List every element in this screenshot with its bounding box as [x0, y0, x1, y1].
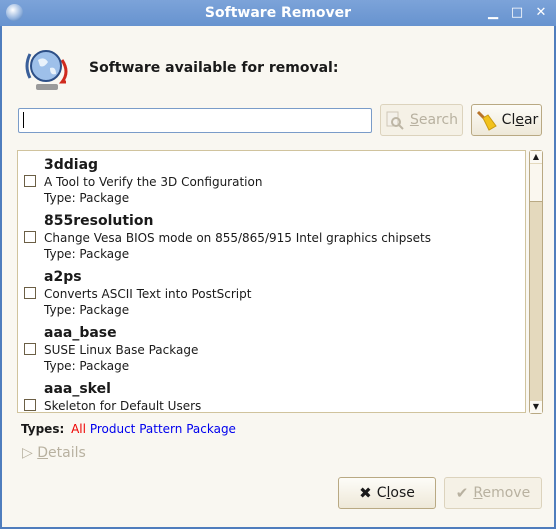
- checkmark-icon: ✔: [455, 484, 469, 502]
- list-item[interactable]: aaa_skel Skeleton for Default Users: [18, 375, 525, 413]
- scroll-thumb[interactable]: [530, 164, 542, 202]
- package-type: Type: Package: [44, 247, 130, 261]
- package-name: 855resolution: [44, 213, 154, 229]
- package-list: 3ddiag A Tool to Verify the 3D Configurat…: [17, 150, 526, 413]
- close-x-icon: ✖: [359, 484, 372, 502]
- app-icon[interactable]: [6, 4, 23, 21]
- close-button-label: Close: [376, 485, 415, 501]
- package-type: Type: Package: [44, 191, 130, 205]
- software-remover-window: Software Remover ▁ □ ✕ Software availabl…: [0, 0, 556, 529]
- close-window-icon[interactable]: ✕: [534, 0, 548, 26]
- search-button[interactable]: Search: [380, 104, 463, 136]
- types-label: Types:: [21, 422, 65, 436]
- search-button-label: Search: [409, 112, 459, 128]
- expander-triangle-icon: ▷: [22, 445, 33, 461]
- type-filter-package[interactable]: Package: [186, 422, 236, 436]
- details-expander[interactable]: ▷ Details: [22, 445, 86, 461]
- package-checkbox[interactable]: [24, 175, 36, 187]
- maximize-icon[interactable]: □: [510, 0, 524, 26]
- software-globe-icon: [25, 50, 68, 90]
- remove-button[interactable]: ✔ Remove: [444, 477, 542, 509]
- package-name: 3ddiag: [44, 157, 99, 173]
- package-type: Type: Package: [44, 359, 130, 373]
- package-checkbox[interactable]: [24, 231, 36, 243]
- close-button[interactable]: ✖ Close: [338, 477, 436, 509]
- package-checkbox[interactable]: [24, 343, 36, 355]
- type-filter-all[interactable]: All: [71, 422, 86, 436]
- package-type: Type: Package: [44, 303, 130, 317]
- package-description: Converts ASCII Text into PostScript: [44, 287, 252, 301]
- package-description: A Tool to Verify the 3D Configuration: [44, 175, 263, 189]
- minimize-icon[interactable]: ▁: [486, 0, 500, 26]
- type-filter: Types: All Product Pattern Package: [21, 422, 236, 436]
- package-checkbox[interactable]: [24, 399, 36, 411]
- scroll-up-icon[interactable]: ▲: [530, 151, 542, 163]
- package-name: a2ps: [44, 269, 82, 285]
- type-filter-pattern[interactable]: Pattern: [139, 422, 182, 436]
- package-name: aaa_skel: [44, 381, 111, 397]
- clear-button-label: Clear: [501, 112, 539, 128]
- title-bar: Software Remover ▁ □ ✕: [0, 0, 556, 26]
- scroll-down-icon[interactable]: ▼: [530, 401, 542, 413]
- type-filter-product[interactable]: Product: [90, 422, 136, 436]
- list-scrollbar[interactable]: ▲ ▼: [529, 150, 543, 414]
- package-name: aaa_base: [44, 325, 117, 341]
- page-title: Software available for removal:: [89, 60, 339, 76]
- remove-button-label: Remove: [473, 485, 531, 501]
- package-description: SUSE Linux Base Package: [44, 343, 199, 357]
- package-description: Change Vesa BIOS mode on 855/865/915 Int…: [44, 231, 431, 245]
- package-description: Skeleton for Default Users: [44, 399, 202, 413]
- package-checkbox[interactable]: [24, 287, 36, 299]
- list-item[interactable]: aaa_base SUSE Linux Base Package Type: Pac…: [18, 319, 525, 375]
- search-icon: [386, 111, 404, 130]
- list-item[interactable]: a2ps Converts ASCII Text into PostScript T…: [18, 263, 525, 319]
- list-item[interactable]: 3ddiag A Tool to Verify the 3D Configurat…: [18, 151, 525, 207]
- broom-icon: [476, 110, 497, 131]
- list-item[interactable]: 855resolution Change Vesa BIOS mode on 85…: [18, 207, 525, 263]
- search-input[interactable]: [18, 108, 372, 133]
- clear-button[interactable]: Clear: [471, 104, 542, 136]
- window-title: Software Remover: [204, 5, 352, 21]
